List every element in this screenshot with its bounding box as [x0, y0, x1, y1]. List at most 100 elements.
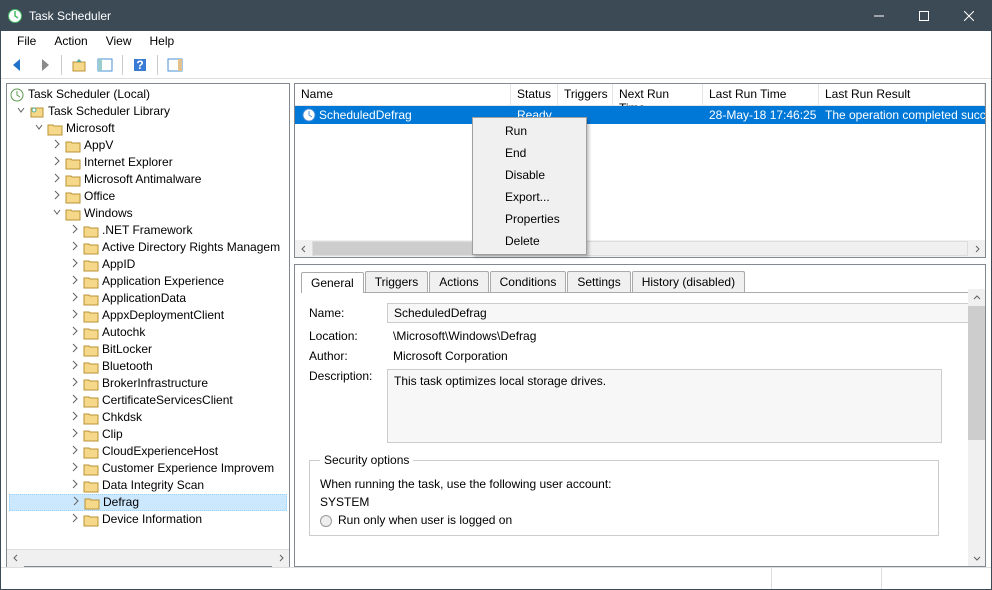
- tree-item--net-framework[interactable]: .NET Framework: [9, 222, 287, 239]
- tab-conditions[interactable]: Conditions: [490, 271, 567, 292]
- chevron-right-icon[interactable]: [67, 410, 83, 426]
- chevron-right-icon[interactable]: [67, 444, 83, 460]
- scroll-right-arrow[interactable]: [968, 245, 985, 253]
- chevron-right-icon[interactable]: [67, 478, 83, 494]
- col-name[interactable]: Name: [295, 84, 511, 105]
- minimize-button[interactable]: [856, 1, 901, 31]
- task-row[interactable]: ScheduledDefrag Ready 28-May-18 17:46:25…: [295, 106, 985, 124]
- scroll-left-arrow[interactable]: [295, 245, 312, 253]
- menu-view[interactable]: View: [98, 32, 140, 50]
- tab-triggers[interactable]: Triggers: [365, 271, 429, 292]
- folder-icon: [84, 496, 100, 510]
- scroll-right-arrow[interactable]: [272, 550, 289, 567]
- scroll-up-arrow[interactable]: [968, 289, 985, 306]
- tree-item-chkdsk[interactable]: Chkdsk: [9, 409, 287, 426]
- security-radio-logged-on[interactable]: Run only when user is logged on: [320, 513, 928, 527]
- chevron-right-icon[interactable]: [67, 512, 83, 528]
- tree-item-bitlocker[interactable]: BitLocker: [9, 341, 287, 358]
- tab-general[interactable]: General: [301, 272, 364, 293]
- forward-button[interactable]: [33, 54, 55, 76]
- tree-item-certificateservicesclient[interactable]: CertificateServicesClient: [9, 392, 287, 409]
- tree-item-clip[interactable]: Clip: [9, 426, 287, 443]
- col-status[interactable]: Status: [511, 84, 558, 105]
- chevron-right-icon[interactable]: [49, 172, 65, 188]
- chevron-right-icon[interactable]: [67, 308, 83, 324]
- chevron-right-icon[interactable]: [67, 257, 83, 273]
- tab-actions[interactable]: Actions: [429, 271, 488, 292]
- tree-item-appid[interactable]: AppID: [9, 256, 287, 273]
- chevron-down-icon[interactable]: [31, 121, 47, 137]
- menu-file[interactable]: File: [9, 32, 44, 50]
- tree-item-active-directory-rights-managem[interactable]: Active Directory Rights Managem: [9, 239, 287, 256]
- up-button[interactable]: [68, 54, 90, 76]
- context-delete[interactable]: Delete: [475, 230, 584, 252]
- context-properties[interactable]: Properties: [475, 208, 584, 230]
- close-button[interactable]: [946, 1, 991, 31]
- tree-item-internet-explorer[interactable]: Internet Explorer: [9, 154, 287, 171]
- col-next-run[interactable]: Next Run Time: [613, 84, 703, 105]
- tree-horizontal-scrollbar[interactable]: [7, 549, 289, 566]
- help-button[interactable]: ?: [129, 54, 151, 76]
- task-list-pane: Name Status Triggers Next Run Time Last …: [294, 83, 986, 258]
- chevron-down-icon[interactable]: [13, 104, 29, 120]
- menu-help[interactable]: Help: [142, 32, 183, 50]
- context-run[interactable]: Run: [475, 120, 584, 142]
- maximize-button[interactable]: [901, 1, 946, 31]
- tab-history[interactable]: History (disabled): [632, 271, 745, 292]
- tree-item-microsoft-antimalware[interactable]: Microsoft Antimalware: [9, 171, 287, 188]
- tree-item-application-experience[interactable]: Application Experience: [9, 273, 287, 290]
- tree-root[interactable]: Task Scheduler (Local): [9, 86, 287, 103]
- chevron-right-icon[interactable]: [67, 342, 83, 358]
- tree-item-customer-experience-improvem[interactable]: Customer Experience Improvem: [9, 460, 287, 477]
- tree-item-applicationdata[interactable]: ApplicationData: [9, 290, 287, 307]
- tree-item-office[interactable]: Office: [9, 188, 287, 205]
- chevron-right-icon[interactable]: [67, 376, 83, 392]
- col-last-run[interactable]: Last Run Time: [703, 84, 819, 105]
- detail-vertical-scrollbar[interactable]: [968, 289, 985, 566]
- chevron-right-icon[interactable]: [68, 495, 84, 511]
- tree-item-autochk[interactable]: Autochk: [9, 324, 287, 341]
- label-name: Name:: [309, 306, 387, 320]
- task-list-horizontal-scrollbar[interactable]: [295, 240, 985, 257]
- tree-library[interactable]: Task Scheduler Library: [9, 103, 287, 120]
- chevron-right-icon[interactable]: [67, 359, 83, 375]
- chevron-right-icon[interactable]: [49, 189, 65, 205]
- chevron-right-icon[interactable]: [49, 138, 65, 154]
- tree-item-appv[interactable]: AppV: [9, 137, 287, 154]
- scroll-down-arrow[interactable]: [968, 549, 985, 566]
- chevron-right-icon[interactable]: [67, 325, 83, 341]
- col-triggers[interactable]: Triggers: [558, 84, 613, 105]
- tree-item-bluetooth[interactable]: Bluetooth: [9, 358, 287, 375]
- tree-item-device-information[interactable]: Device Information: [9, 511, 287, 528]
- chevron-right-icon[interactable]: [67, 274, 83, 290]
- tree-item-windows[interactable]: Windows: [9, 205, 287, 222]
- show-hide-action-pane-button[interactable]: [164, 54, 186, 76]
- tree-item-brokerinfrastructure[interactable]: BrokerInfrastructure: [9, 375, 287, 392]
- tree-item-appxdeploymentclient[interactable]: AppxDeploymentClient: [9, 307, 287, 324]
- chevron-right-icon[interactable]: [67, 223, 83, 239]
- col-last-result[interactable]: Last Run Result: [819, 84, 985, 105]
- task-list-body[interactable]: ScheduledDefrag Ready 28-May-18 17:46:25…: [295, 106, 985, 240]
- chevron-right-icon[interactable]: [67, 291, 83, 307]
- tree-item-data-integrity-scan[interactable]: Data Integrity Scan: [9, 477, 287, 494]
- scroll-thumb[interactable]: [968, 306, 985, 440]
- title-bar: Task Scheduler: [1, 1, 991, 31]
- chevron-down-icon[interactable]: [49, 206, 65, 222]
- tree-item-cloudexperiencehost[interactable]: CloudExperienceHost: [9, 443, 287, 460]
- tree[interactable]: Task Scheduler (Local) Task Scheduler Li…: [7, 84, 289, 549]
- chevron-right-icon[interactable]: [67, 461, 83, 477]
- back-button[interactable]: [7, 54, 29, 76]
- show-hide-console-tree-button[interactable]: [94, 54, 116, 76]
- menu-action[interactable]: Action: [46, 32, 95, 50]
- scroll-left-arrow[interactable]: [7, 550, 24, 567]
- context-export[interactable]: Export...: [475, 186, 584, 208]
- tab-settings[interactable]: Settings: [567, 271, 630, 292]
- context-disable[interactable]: Disable: [475, 164, 584, 186]
- chevron-right-icon[interactable]: [67, 240, 83, 256]
- tree-microsoft[interactable]: Microsoft: [9, 120, 287, 137]
- chevron-right-icon[interactable]: [49, 155, 65, 171]
- tree-item-defrag[interactable]: Defrag: [9, 494, 287, 511]
- chevron-right-icon[interactable]: [67, 427, 83, 443]
- chevron-right-icon[interactable]: [67, 393, 83, 409]
- context-end[interactable]: End: [475, 142, 584, 164]
